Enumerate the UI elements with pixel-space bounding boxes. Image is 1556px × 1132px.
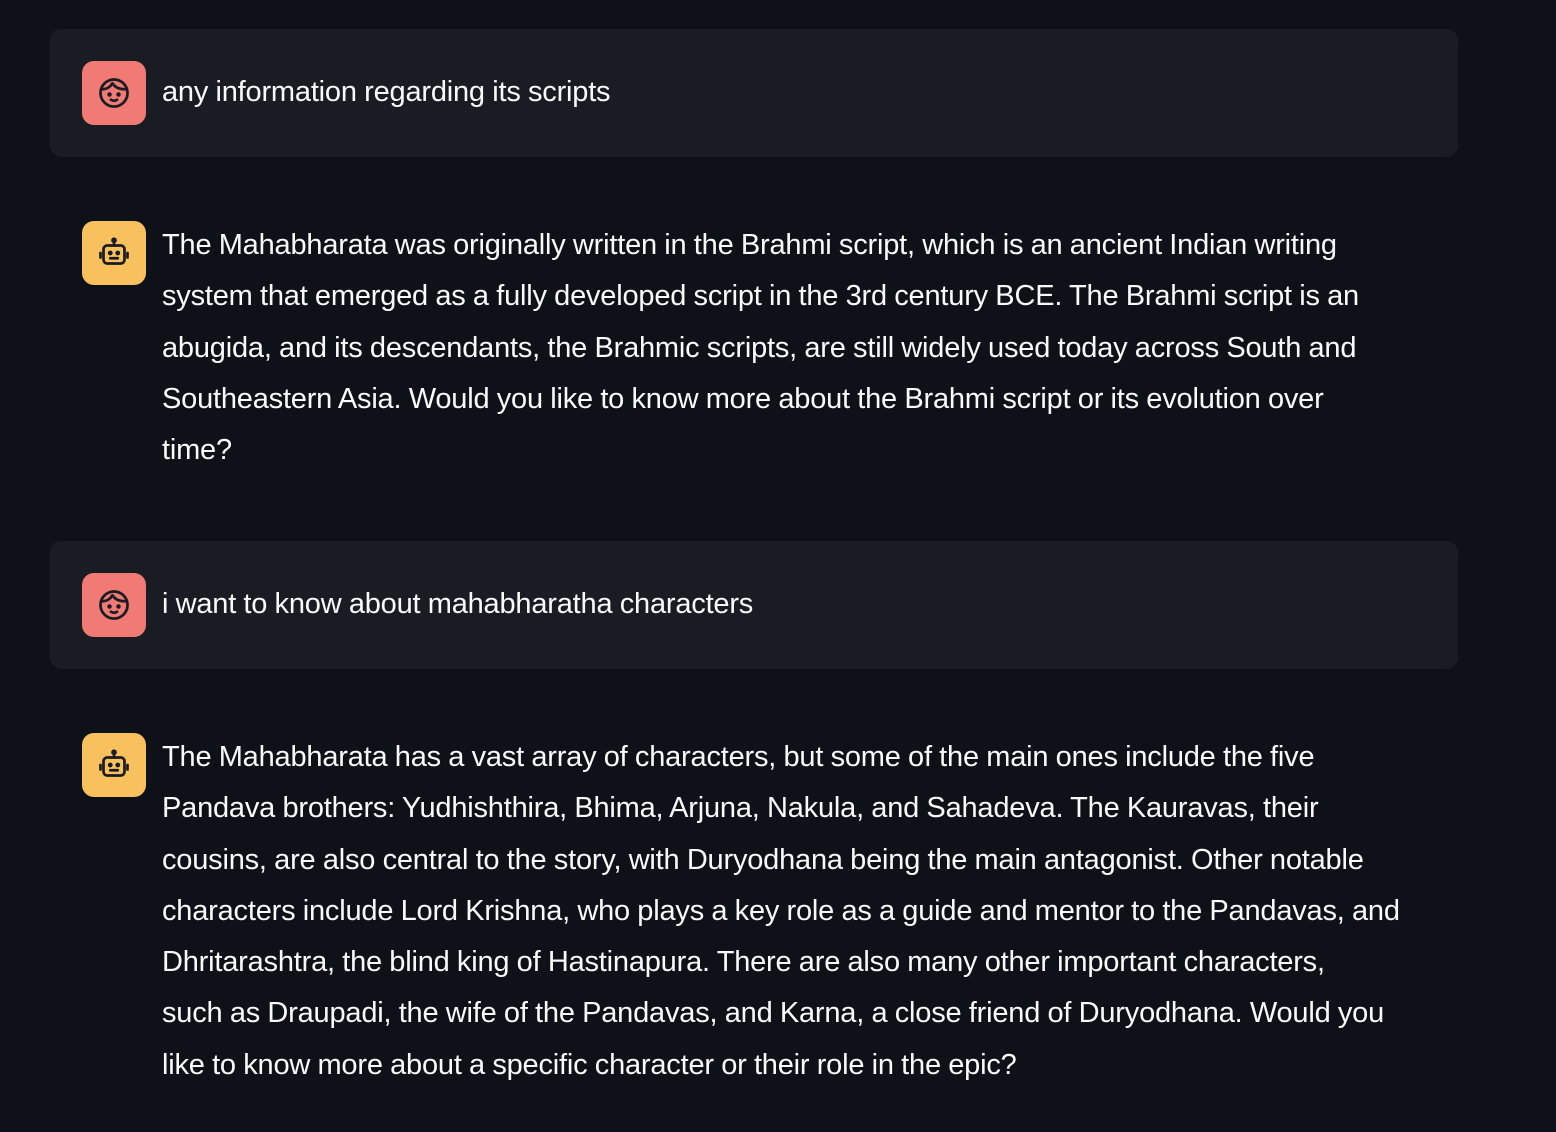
message-line: abugida, and its descendants, the Brahmi…: [162, 331, 1357, 364]
message-text: The Mahabharata was originally written i…: [162, 220, 1454, 476]
message-line: any information regarding its scripts: [162, 76, 611, 108]
message-line: like to know more about a specific chara…: [162, 1048, 1017, 1081]
user-face-icon: [99, 590, 129, 620]
message-line: characters include Lord Krishna, who pla…: [162, 894, 1400, 927]
message-line: such as Draupadi, the wife of the Pandav…: [162, 997, 1385, 1030]
message-text: i want to know about mahabharatha charac…: [162, 579, 1454, 630]
message-line: Dhritarashtra, the blind king of Hastina…: [162, 946, 1325, 979]
message-text: The Mahabharata has a vast array of char…: [162, 732, 1454, 1091]
robot-face-icon: [99, 749, 129, 777]
robot-face-icon: [99, 237, 129, 265]
user-face-icon: [99, 78, 129, 108]
user-avatar: [82, 573, 146, 637]
message-line: The Mahabharata was originally written i…: [162, 229, 1337, 261]
message-line: i want to know about mahabharatha charac…: [162, 588, 754, 620]
message-line: cousins, are also central to the story, …: [162, 843, 1364, 876]
message-line: The Mahabharata has a vast array of char…: [162, 741, 1315, 773]
assistant-message: The Mahabharata has a vast array of char…: [50, 701, 1458, 1111]
user-message: any information regarding its scripts: [50, 29, 1458, 157]
chat-container: any information regarding its scripts Th…: [0, 0, 1556, 1132]
assistant-avatar: [82, 221, 146, 285]
message-line: time?: [162, 434, 232, 467]
assistant-message: The Mahabharata was originally written i…: [50, 189, 1458, 489]
message-text: any information regarding its scripts: [162, 67, 1454, 118]
message-line: Pandava brothers: Yudhishthira, Bhima, A…: [162, 792, 1319, 825]
assistant-avatar: [82, 733, 146, 797]
message-line: Southeastern Asia. Would you like to kno…: [162, 382, 1324, 415]
user-avatar: [82, 61, 146, 125]
message-line: system that emerged as a fully developed…: [162, 280, 1359, 313]
user-message: i want to know about mahabharatha charac…: [50, 541, 1458, 669]
